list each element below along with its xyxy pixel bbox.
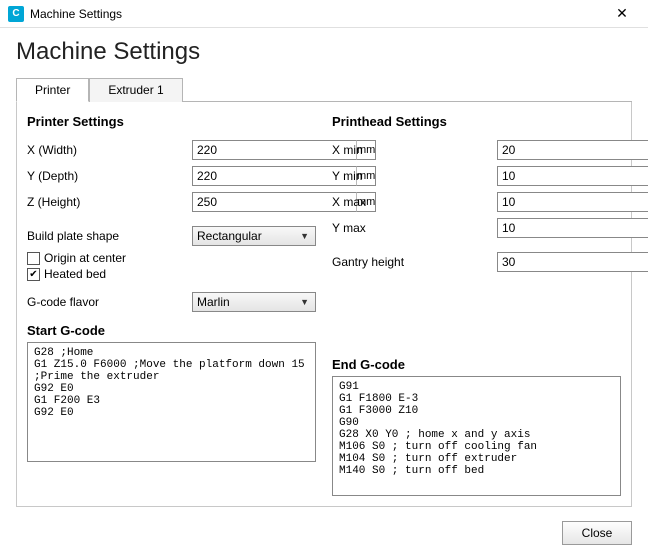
- input-y-min[interactable]: [497, 166, 648, 186]
- row-y-depth: Y (Depth) mm: [27, 165, 316, 187]
- label-x-width: X (Width): [27, 143, 192, 157]
- label-y-max: Y max: [332, 221, 497, 235]
- end-gcode-textarea[interactable]: G91 G1 F1800 E-3 G1 F3000 Z10 G90 G28 X0…: [332, 376, 621, 496]
- settings-panel: Printer Settings X (Width) mm Y (Depth) …: [16, 102, 632, 507]
- row-origin-at-center: Origin at center: [27, 251, 316, 265]
- row-build-plate-shape: Build plate shape Rectangular ▼: [27, 225, 316, 247]
- row-y-max: Y max mm: [332, 217, 621, 239]
- tab-printer[interactable]: Printer: [16, 78, 89, 102]
- printer-settings-column: Printer Settings X (Width) mm Y (Depth) …: [27, 110, 316, 496]
- label-y-depth: Y (Depth): [27, 169, 192, 183]
- row-x-max: X max mm: [332, 191, 621, 213]
- label-build-plate-shape: Build plate shape: [27, 229, 192, 243]
- tab-bar: Printer Extruder 1: [16, 78, 632, 102]
- row-heated-bed: ✔ Heated bed: [27, 267, 316, 281]
- page-title: Machine Settings: [16, 38, 632, 66]
- label-z-height: Z (Height): [27, 195, 192, 209]
- checkbox-heated-bed[interactable]: ✔: [27, 268, 40, 281]
- window-title: Machine Settings: [30, 7, 602, 21]
- label-x-max: X max: [332, 195, 497, 209]
- input-y-max[interactable]: [497, 218, 648, 238]
- titlebar: C Machine Settings ✕: [0, 0, 648, 28]
- label-x-min: X min: [332, 143, 497, 157]
- select-gcode-flavor[interactable]: Marlin ▼: [192, 292, 316, 312]
- close-icon[interactable]: ✕: [602, 0, 642, 28]
- label-y-min: Y min: [332, 169, 497, 183]
- select-gcode-flavor-value: Marlin: [197, 295, 230, 309]
- input-gantry-height[interactable]: [497, 252, 648, 272]
- input-x-min[interactable]: [497, 140, 648, 160]
- label-origin-at-center: Origin at center: [44, 251, 126, 265]
- chevron-down-icon: ▼: [300, 297, 309, 307]
- printer-settings-title: Printer Settings: [27, 114, 316, 129]
- input-x-max[interactable]: [497, 192, 648, 212]
- label-heated-bed: Heated bed: [44, 267, 106, 281]
- label-gcode-flavor: G-code flavor: [27, 295, 192, 309]
- row-gantry-height: Gantry height mm: [332, 251, 621, 273]
- select-build-plate-shape[interactable]: Rectangular ▼: [192, 226, 316, 246]
- label-gantry-height: Gantry height: [332, 255, 497, 269]
- printhead-settings-column: Printhead Settings X min mm Y min mm X m…: [332, 110, 621, 496]
- start-gcode-title: Start G-code: [27, 323, 316, 338]
- chevron-down-icon: ▼: [300, 231, 309, 241]
- row-x-min: X min mm: [332, 139, 621, 161]
- select-build-plate-shape-value: Rectangular: [197, 229, 262, 243]
- row-gcode-flavor: G-code flavor Marlin ▼: [27, 291, 316, 313]
- row-x-width: X (Width) mm: [27, 139, 316, 161]
- app-icon: C: [8, 6, 24, 22]
- start-gcode-textarea[interactable]: G28 ;Home G1 Z15.0 F6000 ;Move the platf…: [27, 342, 316, 462]
- tab-extruder-1[interactable]: Extruder 1: [89, 78, 182, 102]
- content-area: Machine Settings Printer Extruder 1 Prin…: [0, 28, 648, 511]
- printhead-settings-title: Printhead Settings: [332, 114, 621, 129]
- end-gcode-title: End G-code: [332, 357, 621, 372]
- row-y-min: Y min mm: [332, 165, 621, 187]
- close-button[interactable]: Close: [562, 521, 632, 545]
- checkbox-origin-at-center[interactable]: [27, 252, 40, 265]
- row-z-height: Z (Height) mm: [27, 191, 316, 213]
